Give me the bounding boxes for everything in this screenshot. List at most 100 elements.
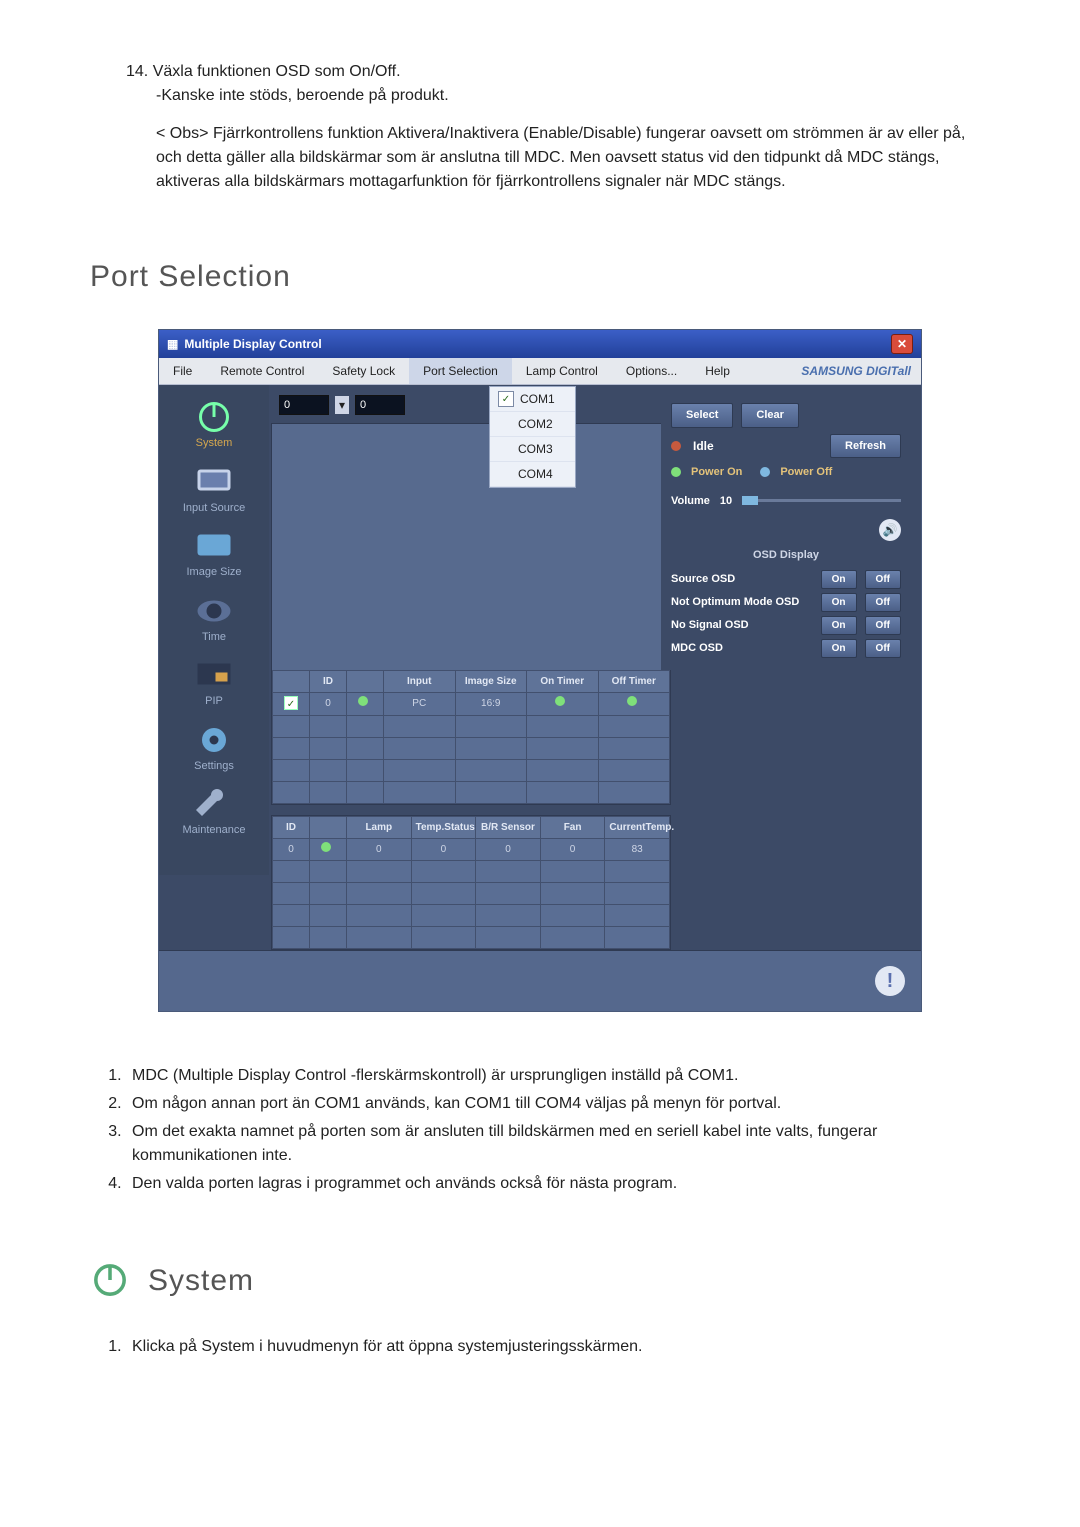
mdc-osd-off[interactable]: Off: [865, 639, 901, 658]
green-dot-icon: [358, 696, 368, 706]
list-item: MDC (Multiple Display Control -flerskärm…: [126, 1062, 990, 1090]
sidebar-item-pip[interactable]: PIP: [161, 661, 267, 710]
menubar: File Remote Control Safety Lock Port Sel…: [159, 358, 921, 385]
sidebar: System Input Source Image Size Time PIP: [159, 385, 269, 875]
app-title: Multiple Display Control: [184, 335, 885, 353]
table-row[interactable]: [273, 781, 670, 803]
menu-help[interactable]: Help: [691, 358, 744, 384]
system-list: Klicka på System i huvudmenyn för att öp…: [90, 1333, 990, 1361]
green-dot-icon: [627, 696, 637, 706]
item14-sub: -Kanske inte stöds, beroende på produkt.: [156, 84, 449, 108]
titlebar-icon: ▦: [167, 335, 178, 353]
source-osd-on[interactable]: On: [821, 570, 857, 589]
table-row[interactable]: [273, 926, 670, 948]
sidebar-item-image-size[interactable]: Image Size: [161, 532, 267, 581]
list-item: Den valda porten lagras i programmet och…: [126, 1170, 990, 1198]
port-com3[interactable]: COM3: [490, 437, 575, 462]
sidebar-item-input-source[interactable]: Input Source: [161, 468, 267, 517]
menu-remote-control[interactable]: Remote Control: [206, 358, 318, 384]
table-row[interactable]: 0 0 0 0 0 83: [273, 838, 670, 860]
mdc-app-window: ▦ Multiple Display Control ✕ File Remote…: [158, 329, 922, 1012]
nosignal-osd-off[interactable]: Off: [865, 616, 901, 635]
port-com1[interactable]: ✓COM1: [490, 387, 575, 412]
nosignal-osd-on[interactable]: On: [821, 616, 857, 635]
clear-button[interactable]: Clear: [741, 403, 799, 428]
table-row[interactable]: [273, 715, 670, 737]
power-off-button[interactable]: Power Off: [760, 464, 832, 481]
doc-item-14: 14. Växla funktionen OSD som On/Off. -Ka…: [126, 60, 990, 194]
gear-icon: [196, 726, 232, 754]
right-panel: Select Clear Idle Refresh Power On: [661, 389, 911, 670]
refresh-button[interactable]: Refresh: [830, 434, 901, 459]
source-icon: [196, 468, 232, 496]
sidebar-item-system[interactable]: System: [161, 403, 267, 452]
port-com4[interactable]: COM4: [490, 462, 575, 487]
list-item: Om någon annan port än COM1 används, kan…: [126, 1090, 990, 1118]
osd-display-title: OSD Display: [671, 547, 901, 564]
brand-label: SAMSUNG DIGITall: [791, 358, 921, 384]
source-osd-off[interactable]: Off: [865, 570, 901, 589]
power-icon: [196, 403, 232, 431]
note-text: Fjärrkontrollens funktion Aktivera/Inakt…: [156, 125, 965, 190]
id-to-input[interactable]: [355, 395, 405, 415]
table-row[interactable]: ✓ 0 PC 16:9: [273, 692, 670, 715]
item14-number: 14.: [126, 63, 148, 80]
table-row[interactable]: [273, 737, 670, 759]
osd-row-source: Source OSDOnOff: [671, 570, 901, 589]
system-icon: [90, 1260, 130, 1300]
osd-row-mdc: MDC OSDOnOff: [671, 639, 901, 658]
id-control: ▾: [271, 385, 661, 419]
table-row[interactable]: [273, 860, 670, 882]
osd-row-nosignal: No Signal OSDOnOff: [671, 616, 901, 635]
menu-port-selection[interactable]: Port Selection: [409, 358, 512, 384]
volume-slider[interactable]: [742, 499, 901, 502]
sidebar-item-settings[interactable]: Settings: [161, 726, 267, 775]
menu-safety-lock[interactable]: Safety Lock: [318, 358, 409, 384]
item14-main: Växla funktionen OSD som On/Off.: [153, 63, 401, 80]
power-on-button[interactable]: Power On: [671, 464, 742, 481]
checkbox-icon[interactable]: ✓: [284, 696, 298, 710]
volume-value: 10: [720, 493, 732, 510]
green-dot-icon: [671, 467, 681, 477]
notopt-osd-off[interactable]: Off: [865, 593, 901, 612]
table-row[interactable]: [273, 904, 670, 926]
notopt-osd-on[interactable]: On: [821, 593, 857, 612]
heading-port-selection: Port Selection: [90, 254, 990, 299]
status-table-1: ID Input Image Size On Timer Off Timer ✓: [271, 423, 671, 805]
note-label: < Obs>: [156, 125, 208, 142]
heading-system: System: [148, 1258, 254, 1303]
port-com2[interactable]: COM2: [490, 412, 575, 437]
osd-row-notopt: Not Optimum Mode OSDOnOff: [671, 593, 901, 612]
table-row[interactable]: [273, 882, 670, 904]
green-dot-icon: [321, 842, 331, 852]
alert-icon[interactable]: !: [875, 966, 905, 996]
status-table-2: ID Lamp Temp.Status B/R Sensor Fan Curre…: [271, 815, 671, 950]
sidebar-item-maintenance[interactable]: Maintenance: [161, 790, 267, 839]
volume-label: Volume: [671, 493, 710, 510]
sidebar-item-time[interactable]: Time: [161, 597, 267, 646]
footer-bar: !: [159, 950, 921, 1011]
chevron-down-icon[interactable]: ▾: [335, 396, 349, 414]
list-item: Klicka på System i huvudmenyn för att öp…: [126, 1333, 990, 1361]
close-icon[interactable]: ✕: [891, 334, 913, 354]
port-selection-list: MDC (Multiple Display Control -flerskärm…: [90, 1062, 990, 1198]
menu-options[interactable]: Options...: [612, 358, 691, 384]
speaker-icon[interactable]: 🔊: [879, 519, 901, 541]
id-from-input[interactable]: [279, 395, 329, 415]
mdc-osd-on[interactable]: On: [821, 639, 857, 658]
wrench-icon: [196, 790, 232, 818]
status-label: Idle: [693, 437, 714, 455]
port-popup: ✓COM1 COM2 COM3 COM4: [489, 386, 576, 488]
menu-lamp-control[interactable]: Lamp Control: [512, 358, 612, 384]
menu-file[interactable]: File: [159, 358, 206, 384]
table-row[interactable]: [273, 759, 670, 781]
time-icon: [196, 597, 232, 625]
pip-icon: [196, 661, 232, 689]
status-dot-icon: [671, 441, 681, 451]
check-icon: ✓: [498, 391, 514, 407]
list-item: Om det exakta namnet på porten som är an…: [126, 1118, 990, 1170]
blue-dot-icon: [760, 467, 770, 477]
select-button[interactable]: Select: [671, 403, 733, 428]
green-dot-icon: [555, 696, 565, 706]
image-size-icon: [196, 532, 232, 560]
